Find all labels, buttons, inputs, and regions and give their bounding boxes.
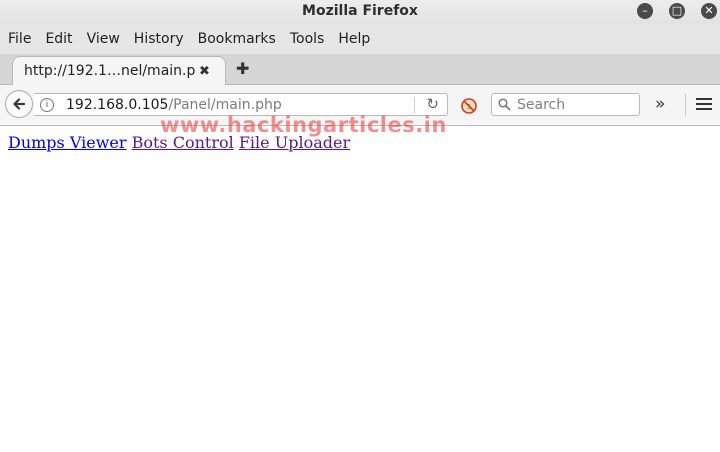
window-title: Mozilla Firefox — [302, 3, 418, 19]
hamburger-menu-icon[interactable] — [696, 98, 712, 113]
tab-active[interactable]: http://192.1…nel/main.php ✖ — [12, 56, 226, 85]
search-box[interactable]: Search — [491, 93, 640, 116]
url-divider — [414, 97, 415, 113]
menu-bookmarks[interactable]: Bookmarks — [198, 31, 276, 47]
maximize-icon[interactable]: □ — [669, 3, 685, 19]
url-host: 192.168.0.105 — [66, 96, 169, 113]
search-icon — [498, 98, 511, 111]
svg-text:S: S — [467, 103, 472, 111]
link-dumps-viewer[interactable]: Dumps Viewer — [8, 133, 127, 152]
page-content: Dumps Viewer Bots Control File Uploader … — [0, 113, 720, 452]
url-path: /Panel/main.php — [168, 96, 282, 113]
back-button[interactable] — [5, 90, 33, 118]
tab-title: http://192.1…nel/main.php — [24, 63, 196, 79]
toolbar-divider — [685, 94, 686, 116]
reload-icon[interactable]: ↻ — [426, 95, 439, 113]
search-placeholder: Search — [517, 96, 566, 113]
site-info-icon[interactable]: i — [40, 97, 54, 112]
new-tab-icon[interactable]: ✚ — [236, 59, 249, 78]
window-titlebar: Mozilla Firefox – □ ✕ — [0, 0, 720, 24]
minimize-icon[interactable]: – — [637, 3, 653, 19]
menu-file[interactable]: File — [8, 31, 31, 47]
menu-help[interactable]: Help — [338, 31, 370, 47]
watermark: www.hackingarticles.in — [160, 113, 447, 137]
close-icon[interactable]: ✕ — [701, 3, 717, 19]
menu-view[interactable]: View — [87, 31, 120, 47]
back-arrow-icon — [13, 98, 26, 110]
tab-close-icon[interactable]: ✖ — [199, 64, 210, 79]
menu-tools[interactable]: Tools — [290, 31, 325, 47]
tab-strip: http://192.1…nel/main.php ✖ ✚ — [0, 54, 720, 85]
menu-edit[interactable]: Edit — [45, 31, 72, 47]
noscript-icon[interactable]: S — [461, 98, 477, 114]
menu-bar: File Edit View History Bookmarks Tools H… — [0, 24, 720, 54]
overflow-chevron-icon[interactable]: » — [655, 94, 665, 114]
menu-history[interactable]: History — [134, 31, 184, 47]
